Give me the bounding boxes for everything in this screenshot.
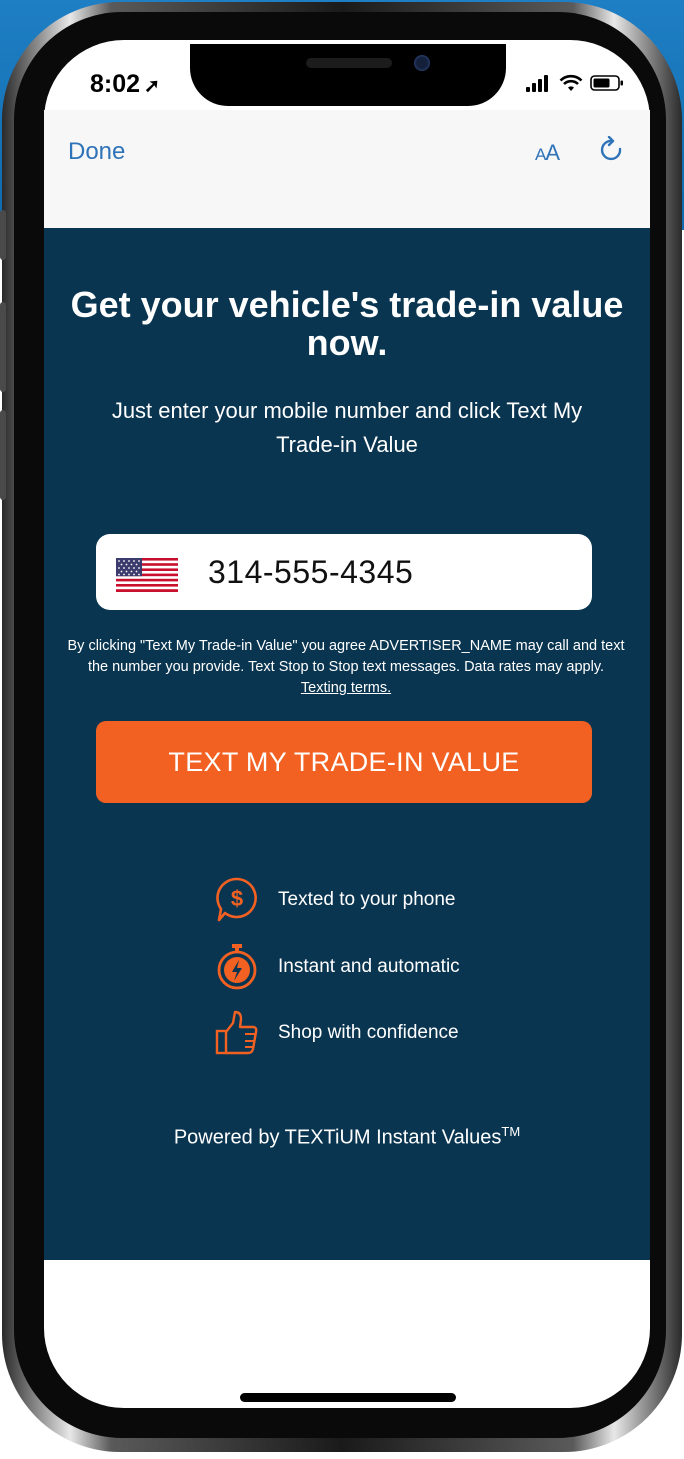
text-size-button[interactable]: AA (535, 140, 560, 166)
status-time-text: 8:02 (90, 70, 141, 98)
status-time: 8:02 ➚ (90, 70, 160, 99)
reload-icon (600, 135, 622, 161)
signal-icon (526, 75, 548, 92)
front-camera (414, 55, 430, 71)
stopwatch-icon (212, 942, 262, 992)
battery-icon (590, 75, 623, 91)
feature-label: Shop with confidence (278, 1022, 459, 1043)
feature-item: Shop with confidence (212, 1008, 459, 1058)
status-indicators (526, 74, 624, 92)
phone-number-field[interactable]: 314-555-4345 (96, 534, 592, 610)
us-flag-icon (116, 558, 178, 592)
location-icon: ➚ (144, 76, 160, 97)
volume-down-button (0, 410, 6, 500)
feature-label: Instant and automatic (278, 956, 460, 977)
trademark-mark: TM (501, 1124, 521, 1139)
done-button[interactable]: Done (68, 138, 125, 166)
home-indicator[interactable] (240, 1393, 456, 1402)
reload-button[interactable] (598, 135, 626, 171)
browser-toolbar (44, 110, 650, 228)
page-title: Get your vehicle's trade-in value now. (70, 284, 624, 363)
texting-terms-link[interactable]: Texting terms. (301, 680, 391, 696)
feature-label: Texted to your phone (278, 889, 456, 910)
svg-text:$: $ (231, 886, 243, 911)
disclaimer-text: By clicking "Text My Trade-in Value" you… (67, 638, 625, 675)
text-my-trade-in-value-button[interactable]: TEXT MY TRADE-IN VALUE (96, 721, 592, 803)
speaker (306, 58, 392, 68)
mute-switch (0, 210, 6, 260)
wifi-icon (559, 74, 583, 91)
consent-disclaimer: By clicking "Text My Trade-in Value" you… (66, 636, 626, 699)
dollar-chat-icon: $ (212, 875, 262, 925)
feature-item: $ Texted to your phone (212, 875, 455, 925)
page-subtitle: Just enter your mobile number and click … (111, 398, 583, 457)
volume-up-button (0, 302, 6, 392)
powered-by: Powered by TEXTiUM Instant ValuesTM (44, 1124, 650, 1150)
thumbs-up-icon (212, 1008, 262, 1058)
phone-number-value: 314-555-4345 (208, 554, 414, 590)
powered-by-text: Powered by TEXTiUM Instant Values (173, 1126, 502, 1149)
feature-item: Instant and automatic (212, 942, 460, 992)
text-size-small-label: A (535, 145, 546, 164)
notch (190, 44, 506, 106)
text-size-large-label: A (545, 140, 560, 165)
